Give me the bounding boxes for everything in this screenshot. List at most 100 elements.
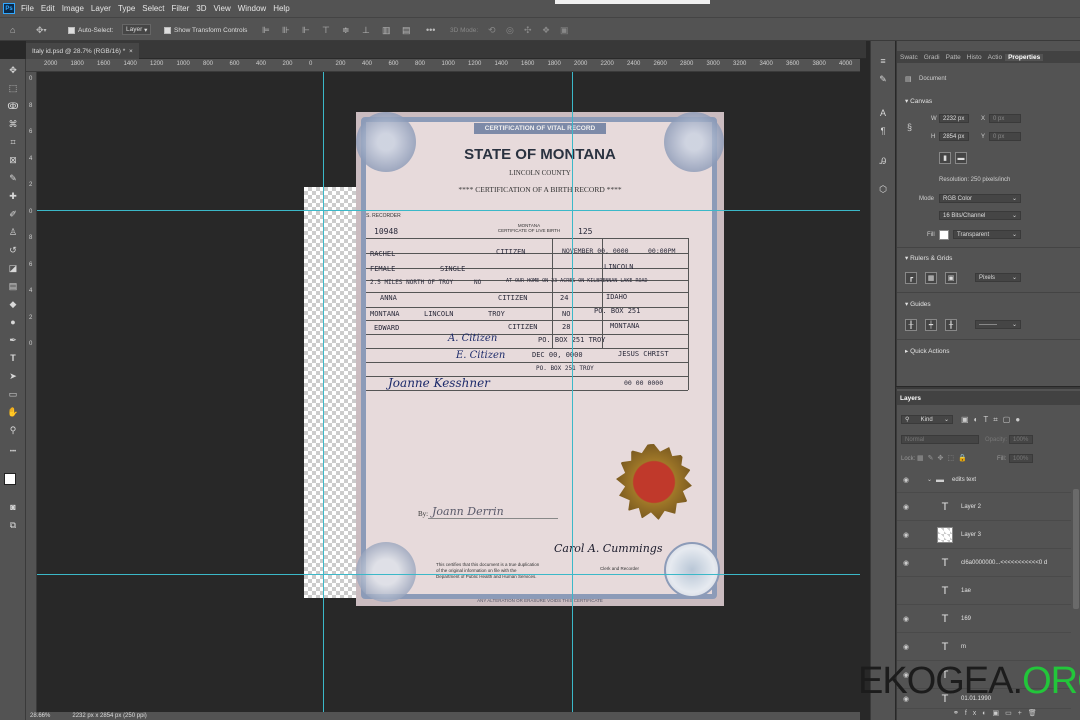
tab-properties[interactable]: Properties <box>1005 53 1044 61</box>
menu-select[interactable]: Select <box>142 4 164 13</box>
brush-tool-icon[interactable]: ✐ <box>5 206 21 222</box>
show-transform-checkbox[interactable]: Show Transform Controls <box>164 24 247 36</box>
align-center-icon[interactable]: ⊪ <box>282 24 290 36</box>
guide-lock-icon[interactable]: ╂ <box>945 319 957 331</box>
type-tool-icon[interactable]: T <box>5 350 21 366</box>
lock-icons[interactable]: ▦✎✥⬚🔒 <box>917 454 971 462</box>
guide-horizontal[interactable] <box>37 210 860 211</box>
fill-field[interactable]: 100% <box>1009 454 1033 463</box>
layer-row[interactable]: ◉ T 169 <box>897 605 1071 633</box>
brush-panel-icon[interactable]: ✎ <box>875 71 891 87</box>
align-middle-icon[interactable]: ≑ <box>342 24 350 36</box>
marquee-tool-icon[interactable]: ⬚ <box>5 80 21 96</box>
character-panel-icon[interactable]: A <box>875 105 891 121</box>
opacity-field[interactable]: 100% <box>1009 435 1033 444</box>
pen-tool-icon[interactable]: ✒ <box>5 332 21 348</box>
layer-row[interactable]: T 1ae <box>897 577 1071 605</box>
guide-style-dropdown[interactable]: ——— ⌄ <box>975 320 1021 329</box>
hand-tool-icon[interactable]: ✋ <box>5 404 21 420</box>
align-right-icon[interactable]: ⊩ <box>302 24 310 36</box>
layers-scrollbar[interactable] <box>1073 489 1079 609</box>
3d-panel-icon[interactable]: ⬡ <box>875 181 891 197</box>
grid-icon[interactable]: ▦ <box>925 272 937 284</box>
quick-mask-icon[interactable]: ◙ <box>5 499 21 515</box>
distribute-vertical-icon[interactable]: ▤ <box>402 24 411 36</box>
layer-row[interactable]: ◉ Layer 3 <box>897 521 1071 549</box>
auto-select-target-dropdown[interactable]: Layer ▾ <box>122 24 152 35</box>
tab-gradients[interactable]: Gradi <box>921 54 943 61</box>
height-field[interactable]: 2854 px <box>939 132 969 141</box>
menu-filter[interactable]: Filter <box>172 4 190 13</box>
eye-icon[interactable]: ◉ <box>897 531 915 539</box>
guide-horizontal[interactable] <box>37 574 860 575</box>
layer-row[interactable]: ◉ ⌄ ▬ edits text <box>897 467 1071 493</box>
history-brush-icon[interactable]: ↺ <box>5 242 21 258</box>
menu-help[interactable]: Help <box>273 4 289 13</box>
portrait-orientation-icon[interactable]: ▮ <box>939 152 951 164</box>
frame-tool-icon[interactable]: ⊠ <box>5 152 21 168</box>
crop-tool-icon[interactable]: ⌗ <box>5 134 21 150</box>
bit-depth-dropdown[interactable]: 16 Bits/Channel ⌄ <box>939 211 1021 220</box>
canvas-section-title[interactable]: ▾ Canvas <box>905 97 932 105</box>
link-icon[interactable]: § <box>907 122 912 132</box>
eyedropper-tool-icon[interactable]: ✎ <box>5 170 21 186</box>
blend-mode-dropdown[interactable]: Normal <box>901 435 979 444</box>
tab-swatches[interactable]: Swatc <box>897 54 921 61</box>
document-tab[interactable]: Italy id.psd @ 28.7% (RGB/16) * × <box>26 43 139 59</box>
guide-layout-icon[interactable]: ╫ <box>905 319 917 331</box>
menu-image[interactable]: Image <box>62 4 84 13</box>
align-left-icon[interactable]: ⊫ <box>262 24 270 36</box>
dodge-tool-icon[interactable]: ● <box>5 314 21 330</box>
3d-pan-icon[interactable]: ✣ <box>524 24 532 36</box>
blur-tool-icon[interactable]: ◆ <box>5 296 21 312</box>
birth-certificate-image[interactable]: CERTIFICATION OF VITAL RECORD STATE OF M… <box>356 112 724 606</box>
align-top-icon[interactable]: ⊤ <box>322 24 330 36</box>
tab-layers[interactable]: Layers <box>897 395 924 402</box>
auto-select-checkbox[interactable]: Auto-Select: <box>68 24 113 36</box>
eye-icon[interactable]: ◉ <box>897 476 915 484</box>
tab-history[interactable]: Histo <box>964 54 985 61</box>
guides-section-title[interactable]: ▾ Guides <box>905 300 931 308</box>
ruler-icon[interactable]: ┏ <box>905 272 917 284</box>
layer-row[interactable]: ◉ T m <box>897 633 1071 661</box>
gradient-tool-icon[interactable]: ▤ <box>5 278 21 294</box>
glyphs-panel-icon[interactable]: Ꭿ <box>875 153 891 169</box>
y-field[interactable]: 0 px <box>989 132 1021 141</box>
layer-filter-kind[interactable]: ⚲ Kind ⌄ <box>901 415 953 424</box>
lasso-tool-icon[interactable]: ↂ <box>5 98 21 114</box>
distribute-icon[interactable]: ▥ <box>382 24 391 36</box>
fill-swatch[interactable] <box>939 230 949 240</box>
quick-select-tool-icon[interactable]: ⌘ <box>5 116 21 132</box>
menu-layer[interactable]: Layer <box>91 4 111 13</box>
zoom-readout[interactable]: 28.66% <box>30 713 50 719</box>
clone-stamp-icon[interactable]: ♙ <box>5 224 21 240</box>
more-tools-icon[interactable]: ••• <box>5 444 21 460</box>
snap-icon[interactable]: ▣ <box>945 272 957 284</box>
rulers-section-title[interactable]: ▾ Rulers & Grids <box>905 254 952 262</box>
eye-icon[interactable]: ◉ <box>897 559 915 567</box>
rectangle-tool-icon[interactable]: ▭ <box>5 386 21 402</box>
x-field[interactable]: 0 px <box>989 114 1021 123</box>
zoom-tool-icon[interactable]: ⚲ <box>5 422 21 438</box>
guide-vertical[interactable] <box>323 72 324 712</box>
layer-filter-icons[interactable]: ▣◐T⌗▢● <box>961 415 1025 425</box>
3d-scale-icon[interactable]: ▣ <box>560 24 569 36</box>
eye-icon[interactable]: ◉ <box>897 643 915 651</box>
landscape-orientation-icon[interactable]: ▬ <box>955 152 967 164</box>
screen-mode-icon[interactable]: ⧉ <box>5 517 21 533</box>
path-select-icon[interactable]: ➤ <box>5 368 21 384</box>
guide-grid-icon[interactable]: ┿ <box>925 319 937 331</box>
close-icon[interactable]: × <box>129 48 133 55</box>
tab-patterns[interactable]: Patte <box>943 54 964 61</box>
layer-row[interactable]: ◉ T Layer 2 <box>897 493 1071 521</box>
3d-slide-icon[interactable]: ❖ <box>542 24 550 36</box>
fill-dropdown[interactable]: Transparent ⌄ <box>953 230 1021 239</box>
align-bottom-icon[interactable]: ⊥ <box>362 24 370 36</box>
eraser-tool-icon[interactable]: ◪ <box>5 260 21 276</box>
home-icon[interactable]: ⌂ <box>10 24 15 36</box>
foreground-color-swatch[interactable] <box>4 473 16 485</box>
move-tool-icon[interactable]: ✥ <box>5 62 21 78</box>
layer-action-icons[interactable]: ⚭fx◐▣▭+🗑 <box>953 709 1043 717</box>
tab-actions[interactable]: Actio <box>985 54 1005 61</box>
guide-vertical[interactable] <box>572 72 573 712</box>
